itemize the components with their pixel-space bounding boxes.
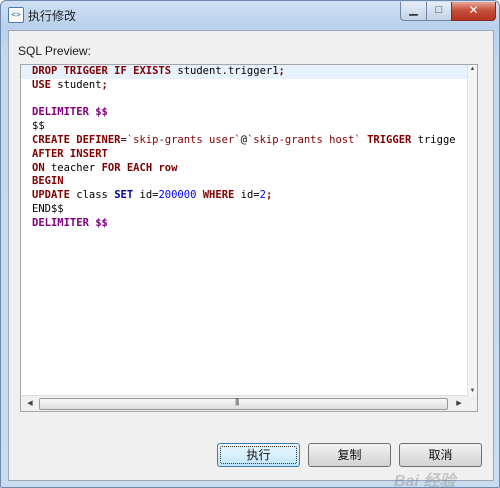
code-token: ; [101, 78, 108, 91]
scroll-down-icon[interactable]: ▼ [468, 387, 477, 396]
code-token: student [50, 78, 102, 91]
execute-button[interactable]: 执行 [217, 443, 300, 467]
close-button[interactable]: ✕ [451, 2, 496, 21]
code-token: id= [234, 189, 260, 202]
code-token: TRIGGER [360, 133, 412, 146]
code-token: student.trigger1 [171, 65, 279, 77]
code-token: ON [32, 161, 45, 174]
code-token: ; [265, 189, 273, 202]
code-line: BEGIN [21, 175, 468, 189]
maximize-button[interactable]: □ [426, 2, 452, 21]
sql-preview-editor[interactable]: DROP TRIGGER IF EXISTS student.trigger1;… [20, 64, 478, 412]
code-token: `skip-grants host` [246, 133, 361, 146]
cancel-button[interactable]: 取消 [399, 443, 482, 467]
code-line: UPDATE class SET id=200000 WHERE id=2; [21, 189, 468, 203]
code-token: teacher [44, 161, 102, 174]
scrollbar-corner [468, 396, 477, 411]
horizontal-scrollbar[interactable]: ◀ ||| ▶ [21, 395, 468, 411]
code-token: FOR EACH [101, 161, 153, 174]
code-token: END$$ [32, 202, 64, 215]
sql-code-area[interactable]: DROP TRIGGER IF EXISTS student.trigger1;… [21, 65, 468, 396]
vertical-scrollbar[interactable]: ▲ ▼ [467, 65, 477, 396]
code-line: DELIMITER $$ [21, 106, 468, 120]
code-token: row [152, 161, 178, 174]
code-token: class [69, 189, 115, 202]
code-line: $$ [21, 120, 468, 134]
dialog-body: SQL Preview: DROP TRIGGER IF EXISTS stud… [8, 30, 494, 487]
minimize-button[interactable]: ▁ [400, 2, 427, 21]
copy-button[interactable]: 复制 [308, 443, 391, 467]
code-token: USE [32, 78, 51, 91]
code-token: DELIMITER $$ [32, 106, 108, 119]
code-token: trigge [411, 133, 456, 146]
code-token: SET [114, 189, 134, 202]
code-line: USE student; [21, 79, 468, 93]
code-line: AFTER INSERT [21, 148, 468, 162]
code-token: UPDATE [32, 189, 70, 202]
app-icon: <> [8, 7, 24, 23]
cancel-button-label: 取消 [428, 448, 453, 462]
code-token: AFTER INSERT [32, 147, 108, 160]
code-token: `skip-grants user` [126, 133, 241, 146]
scroll-up-icon[interactable]: ▲ [468, 65, 477, 74]
copy-button-label: 复制 [337, 448, 362, 462]
code-token: 200000 [158, 189, 197, 202]
code-line: DELIMITER $$ [21, 217, 468, 231]
code-token: DROP TRIGGER IF EXISTS [32, 65, 172, 77]
scroll-right-icon[interactable]: ▶ [452, 396, 466, 411]
code-line: CREATE DEFINER=`skip-grants user`@`skip-… [21, 134, 468, 148]
code-token: CREATE DEFINER [32, 133, 121, 146]
code-line: DROP TRIGGER IF EXISTS student.trigger1; [21, 65, 468, 79]
code-token: id= [133, 189, 159, 202]
code-line: END$$ [21, 203, 468, 217]
focus-ring [220, 446, 297, 464]
code-token: DELIMITER $$ [32, 216, 108, 229]
code-token: ; [278, 65, 285, 77]
code-token: BEGIN [32, 175, 64, 188]
title-bar[interactable]: <> 执行修改 ▁ □ ✕ [1, 1, 499, 29]
code-token: WHERE [196, 189, 235, 202]
code-line: ON teacher FOR EACH row [21, 162, 468, 176]
code-token: $$ [32, 120, 45, 133]
scroll-left-icon[interactable]: ◀ [23, 396, 37, 411]
window-title: 执行修改 [28, 9, 77, 23]
scroll-grip-icon: ||| [235, 397, 239, 406]
watermark-logo: Bai 经验 [394, 473, 456, 488]
dialog-window: <> 执行修改 ▁ □ ✕ SQL Preview: DROP TRIGGER … [0, 0, 500, 488]
sql-preview-label: SQL Preview: [18, 44, 91, 58]
horizontal-scroll-thumb[interactable]: ||| [39, 397, 448, 410]
